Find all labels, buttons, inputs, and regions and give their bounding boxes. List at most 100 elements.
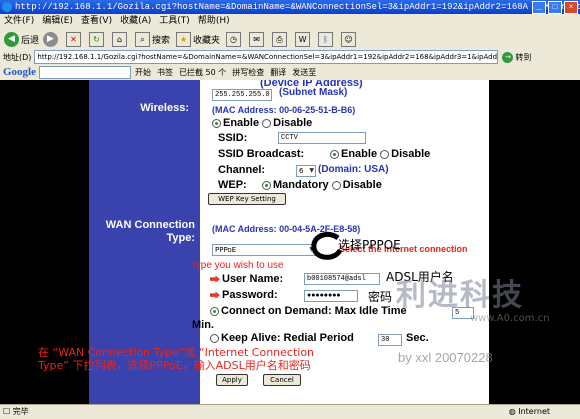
broadcast-disable-radio[interactable] bbox=[380, 149, 390, 159]
ie-logo-icon bbox=[2, 2, 12, 12]
red-arrow-icon bbox=[210, 291, 220, 299]
globe-icon: ◍ bbox=[508, 407, 516, 416]
home-button[interactable]: ⌂ bbox=[110, 31, 129, 47]
popup-blocked-button[interactable]: 已拦截 50 个 bbox=[179, 67, 226, 78]
ssid-broadcast-label: SSID Broadcast: bbox=[218, 148, 305, 160]
back-button[interactable]: ◀ 后退 bbox=[4, 31, 39, 47]
keep-alive-label: Keep Alive: Redial Period bbox=[221, 332, 354, 344]
window-controls: _ □ × bbox=[532, 1, 578, 14]
mail-button[interactable]: ✉ bbox=[247, 31, 266, 47]
broadcast-disable-label: Disable bbox=[391, 148, 431, 160]
google-search-input[interactable] bbox=[39, 65, 131, 79]
wireless-disable-label: Disable bbox=[273, 117, 313, 129]
refresh-button[interactable]: ↻ bbox=[87, 31, 106, 47]
connect-on-demand-label: Connect on Demand: Max Idle Time bbox=[221, 305, 407, 317]
address-bar: 地址(D) http://192.168.1.1/Gozila.cgi?host… bbox=[0, 50, 580, 64]
address-input[interactable]: http://192.168.1.1/Gozila.cgi?hostName=&… bbox=[34, 50, 499, 64]
google-start-button[interactable]: 开始 bbox=[135, 67, 151, 78]
print-button[interactable]: ⎙ bbox=[270, 31, 289, 47]
search-label: 搜索 bbox=[152, 35, 171, 46]
cancel-button[interactable]: Cancel bbox=[263, 374, 301, 386]
annotation-password: 密码 bbox=[368, 290, 393, 304]
wireless-disable-radio[interactable] bbox=[262, 118, 272, 128]
password-row: Password: bbox=[210, 289, 278, 301]
wireless-label: Wireless: bbox=[140, 102, 189, 114]
go-arrow-icon: → bbox=[502, 51, 514, 63]
translate-button[interactable]: 翻译 bbox=[270, 67, 286, 78]
history-button[interactable]: ◷ bbox=[224, 31, 243, 47]
go-button[interactable]: → 转到 bbox=[502, 51, 532, 63]
apply-button[interactable]: Apply bbox=[216, 374, 248, 386]
username-input[interactable]: b00108574@adsl bbox=[304, 273, 380, 285]
messenger-button[interactable]: ☺ bbox=[339, 31, 358, 47]
search-button[interactable]: ⌕ 搜索 bbox=[133, 31, 171, 47]
page-content: Wireless: WAN Connection Type: (Device I… bbox=[0, 80, 580, 404]
wan-select-hint-line2: type you wish to use bbox=[193, 260, 284, 271]
messenger-icon: ☺ bbox=[341, 31, 357, 47]
status-text: 完毕 bbox=[12, 407, 29, 416]
channel-select[interactable]: 6 bbox=[296, 165, 316, 177]
broadcast-enable-label: Enable bbox=[341, 148, 378, 160]
menu-bar: 文件(F) 编辑(E) 查看(V) 收藏(A) 工具(T) 帮助(H) bbox=[0, 14, 580, 28]
google-bookmarks-button[interactable]: 书签 bbox=[157, 67, 173, 78]
send-to-button[interactable]: 发送至 bbox=[292, 67, 316, 78]
google-logo: Google bbox=[3, 66, 36, 78]
password-input[interactable]: ●●●●●●●● bbox=[304, 290, 358, 302]
edit-button[interactable]: W bbox=[293, 31, 312, 47]
stop-icon: ✕ bbox=[66, 31, 82, 47]
browser-toolbar: ◀ 后退 ▶ ✕ ↻ ⌂ ⌕ 搜索 ★ 收藏夹 ◷ ✉ ⎙ W ᛒ ☺ bbox=[0, 28, 580, 51]
wireless-enable-label: Enable bbox=[223, 117, 260, 129]
maximize-button[interactable]: □ bbox=[548, 1, 562, 14]
close-button[interactable]: × bbox=[564, 1, 578, 14]
forward-button[interactable]: ▶ bbox=[43, 31, 60, 47]
keep-alive-radio[interactable] bbox=[210, 333, 219, 343]
minimize-button[interactable]: _ bbox=[532, 1, 546, 14]
menu-edit[interactable]: 编辑(E) bbox=[38, 14, 77, 28]
ssid-label: SSID: bbox=[218, 132, 248, 144]
menu-favorites[interactable]: 收藏(A) bbox=[116, 14, 155, 28]
wep-label: WEP: bbox=[218, 179, 247, 191]
wep-radio-group: Mandatory Disable bbox=[262, 179, 382, 191]
wep-key-setting-button[interactable]: WEP Key Setting bbox=[208, 193, 286, 205]
annotation-select-pppoe: 选择PPPOE bbox=[338, 238, 401, 252]
password-label: Password: bbox=[222, 289, 278, 301]
favorites-label: 收藏夹 bbox=[193, 35, 221, 46]
wep-disable-radio[interactable] bbox=[331, 180, 341, 190]
ssid-input[interactable]: CCTV bbox=[278, 132, 366, 144]
wep-disable-label: Disable bbox=[342, 179, 382, 191]
connect-on-demand-radio[interactable] bbox=[210, 306, 219, 316]
username-label: User Name: bbox=[222, 273, 284, 285]
red-arrow-icon bbox=[210, 275, 220, 283]
star-icon: ★ bbox=[176, 31, 192, 47]
broadcast-enable-radio[interactable] bbox=[330, 149, 339, 159]
bluetooth-button[interactable]: ᛒ bbox=[316, 31, 335, 47]
favorites-button[interactable]: ★ 收藏夹 bbox=[174, 31, 221, 47]
subnet-mask-input[interactable]: 255.255.255.0 bbox=[212, 89, 272, 101]
wan-connection-type-select[interactable]: PPPoE bbox=[212, 244, 316, 256]
mail-icon: ✉ bbox=[249, 31, 265, 47]
refresh-icon: ↻ bbox=[89, 31, 105, 47]
menu-file[interactable]: 文件(F) bbox=[0, 14, 38, 28]
menu-tools[interactable]: 工具(T) bbox=[155, 14, 194, 28]
spellcheck-button[interactable]: 拼写检查 bbox=[232, 67, 264, 78]
menu-view[interactable]: 查看(V) bbox=[77, 14, 116, 28]
wireless-radio-group: Enable Disable bbox=[212, 117, 312, 129]
back-arrow-icon: ◀ bbox=[4, 31, 19, 47]
bluetooth-icon: ᛒ bbox=[318, 31, 334, 47]
window-title: http://192.168.1.1/Gozila.cgi?hostName=&… bbox=[15, 2, 580, 12]
go-label: 转到 bbox=[515, 52, 532, 62]
keep-alive-row: Keep Alive: Redial Period bbox=[210, 332, 354, 344]
printer-icon: ⎙ bbox=[272, 31, 288, 47]
stop-button[interactable]: ✕ bbox=[64, 31, 83, 47]
wireless-enable-radio[interactable] bbox=[212, 118, 221, 128]
watermark-byline: by xxl 20070228 bbox=[398, 350, 493, 365]
forward-arrow-icon: ▶ bbox=[43, 31, 59, 47]
google-toolbar: Google 开始 书签 已拦截 50 个 拼写检查 翻译 发送至 bbox=[0, 64, 580, 81]
wan-connection-label: WAN Connection Type: bbox=[105, 219, 195, 244]
instruction-note: 在 “WAN Connection Type”或 “Internet Conne… bbox=[38, 346, 315, 372]
home-icon: ⌂ bbox=[112, 31, 128, 47]
wep-mandatory-radio[interactable] bbox=[262, 180, 271, 190]
history-icon: ◷ bbox=[226, 31, 242, 47]
menu-help[interactable]: 帮助(H) bbox=[194, 14, 234, 28]
redial-period-input[interactable]: 30 bbox=[378, 334, 402, 346]
